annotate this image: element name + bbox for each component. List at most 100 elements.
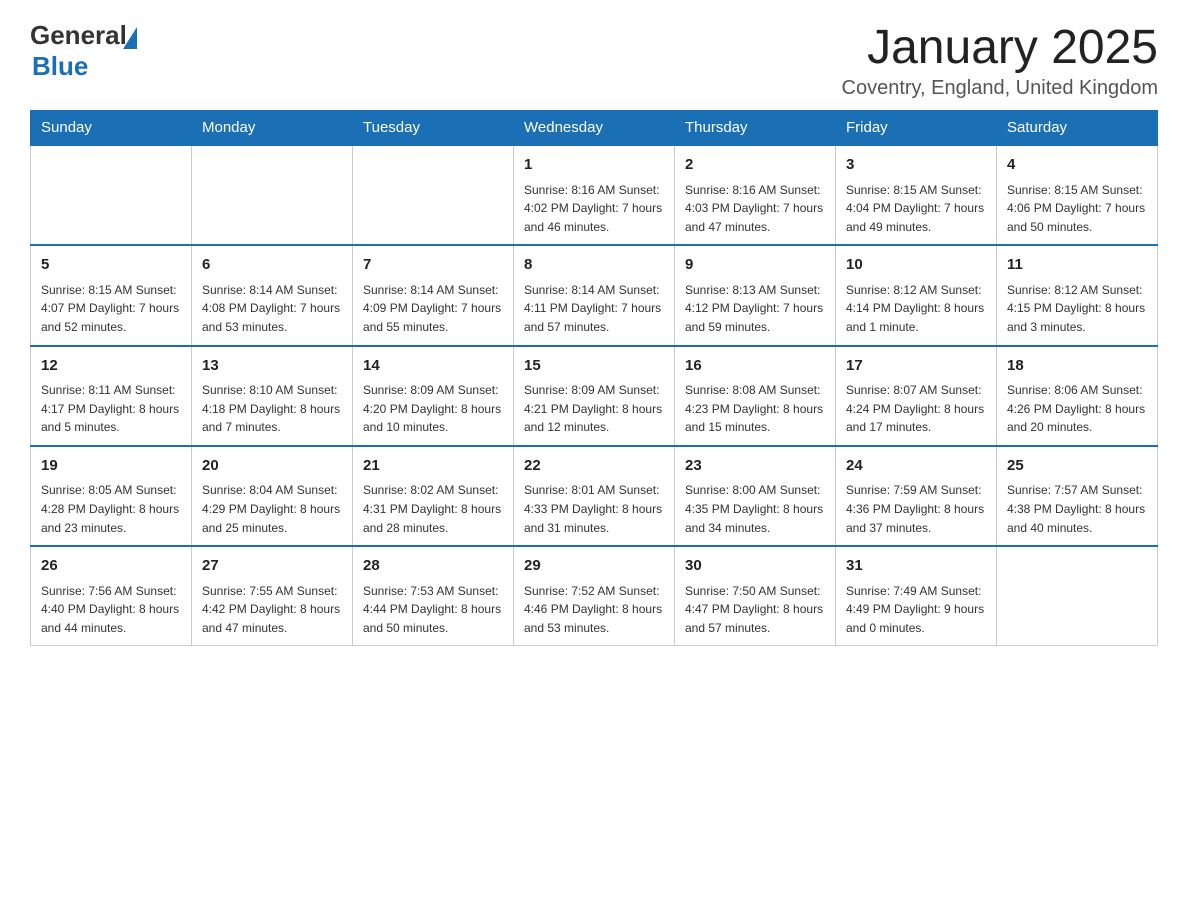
calendar-cell: 2 Sunrise: 8:16 AM Sunset: 4:03 PM Daylig…	[675, 145, 836, 245]
day-number: 8	[524, 254, 664, 277]
day-number: 10	[846, 254, 986, 277]
calendar-cell: 9 Sunrise: 8:13 AM Sunset: 4:12 PM Daylig…	[675, 245, 836, 345]
calendar-cell: 14 Sunrise: 8:09 AM Sunset: 4:20 PM Dayli…	[353, 346, 514, 446]
calendar-cell: 23 Sunrise: 8:00 AM Sunset: 4:35 PM Dayli…	[675, 446, 836, 546]
day-number: 4	[1007, 154, 1147, 177]
day-info: Sunrise: 8:02 AM Sunset: 4:31 PM Dayligh…	[363, 481, 503, 537]
day-header-friday: Friday	[836, 111, 997, 146]
day-number: 6	[202, 254, 342, 277]
logo-triangle-icon	[123, 27, 137, 49]
day-info: Sunrise: 8:12 AM Sunset: 4:14 PM Dayligh…	[846, 281, 986, 337]
calendar-cell: 4 Sunrise: 8:15 AM Sunset: 4:06 PM Daylig…	[997, 145, 1158, 245]
calendar-week-row: 1 Sunrise: 8:16 AM Sunset: 4:02 PM Daylig…	[31, 145, 1158, 245]
day-number: 2	[685, 154, 825, 177]
logo-blue-text: Blue	[32, 51, 88, 82]
day-number: 23	[685, 455, 825, 478]
day-info: Sunrise: 8:14 AM Sunset: 4:08 PM Dayligh…	[202, 281, 342, 337]
day-number: 12	[41, 355, 181, 378]
calendar-cell: 8 Sunrise: 8:14 AM Sunset: 4:11 PM Daylig…	[514, 245, 675, 345]
day-info: Sunrise: 8:15 AM Sunset: 4:07 PM Dayligh…	[41, 281, 181, 337]
day-number: 30	[685, 555, 825, 578]
calendar-week-row: 12 Sunrise: 8:11 AM Sunset: 4:17 PM Dayli…	[31, 346, 1158, 446]
calendar-cell: 11Sunrise: 8:12 AM Sunset: 4:15 PM Dayli…	[997, 245, 1158, 345]
day-number: 18	[1007, 355, 1147, 378]
day-header-tuesday: Tuesday	[353, 111, 514, 146]
day-number: 13	[202, 355, 342, 378]
calendar-cell: 22Sunrise: 8:01 AM Sunset: 4:33 PM Dayli…	[514, 446, 675, 546]
day-number: 3	[846, 154, 986, 177]
day-info: Sunrise: 8:04 AM Sunset: 4:29 PM Dayligh…	[202, 481, 342, 537]
calendar-cell: 5 Sunrise: 8:15 AM Sunset: 4:07 PM Daylig…	[31, 245, 192, 345]
day-info: Sunrise: 8:05 AM Sunset: 4:28 PM Dayligh…	[41, 481, 181, 537]
calendar-cell: 1 Sunrise: 8:16 AM Sunset: 4:02 PM Daylig…	[514, 145, 675, 245]
calendar-week-row: 26 Sunrise: 7:56 AM Sunset: 4:40 PM Dayli…	[31, 546, 1158, 646]
day-info: Sunrise: 7:57 AM Sunset: 4:38 PM Dayligh…	[1007, 481, 1147, 537]
day-info: Sunrise: 8:00 AM Sunset: 4:35 PM Dayligh…	[685, 481, 825, 537]
calendar-cell: 18 Sunrise: 8:06 AM Sunset: 4:26 PM Dayli…	[997, 346, 1158, 446]
day-header-wednesday: Wednesday	[514, 111, 675, 146]
calendar-cell: 3 Sunrise: 8:15 AM Sunset: 4:04 PM Daylig…	[836, 145, 997, 245]
day-info: Sunrise: 7:52 AM Sunset: 4:46 PM Dayligh…	[524, 582, 664, 638]
day-number: 19	[41, 455, 181, 478]
location-text: Coventry, England, United Kingdom	[842, 77, 1158, 100]
day-info: Sunrise: 8:15 AM Sunset: 4:06 PM Dayligh…	[1007, 181, 1147, 237]
day-info: Sunrise: 8:16 AM Sunset: 4:03 PM Dayligh…	[685, 181, 825, 237]
day-info: Sunrise: 8:10 AM Sunset: 4:18 PM Dayligh…	[202, 381, 342, 437]
day-info: Sunrise: 8:08 AM Sunset: 4:23 PM Dayligh…	[685, 381, 825, 437]
calendar-cell: 29 Sunrise: 7:52 AM Sunset: 4:46 PM Dayli…	[514, 546, 675, 646]
day-number: 7	[363, 254, 503, 277]
day-header-thursday: Thursday	[675, 111, 836, 146]
calendar-cell: 15Sunrise: 8:09 AM Sunset: 4:21 PM Dayli…	[514, 346, 675, 446]
calendar-cell: 7 Sunrise: 8:14 AM Sunset: 4:09 PM Daylig…	[353, 245, 514, 345]
calendar-week-row: 5 Sunrise: 8:15 AM Sunset: 4:07 PM Daylig…	[31, 245, 1158, 345]
calendar-table: SundayMondayTuesdayWednesdayThursdayFrid…	[30, 110, 1158, 646]
day-info: Sunrise: 8:06 AM Sunset: 4:26 PM Dayligh…	[1007, 381, 1147, 437]
day-number: 5	[41, 254, 181, 277]
month-title: January 2025	[842, 20, 1158, 75]
day-number: 22	[524, 455, 664, 478]
logo-general-text: General	[30, 20, 127, 51]
calendar-cell	[31, 145, 192, 245]
day-info: Sunrise: 8:09 AM Sunset: 4:20 PM Dayligh…	[363, 381, 503, 437]
day-number: 9	[685, 254, 825, 277]
calendar-header-row: SundayMondayTuesdayWednesdayThursdayFrid…	[31, 111, 1158, 146]
day-info: Sunrise: 8:11 AM Sunset: 4:17 PM Dayligh…	[41, 381, 181, 437]
day-number: 20	[202, 455, 342, 478]
day-number: 24	[846, 455, 986, 478]
calendar-cell	[192, 145, 353, 245]
day-info: Sunrise: 8:16 AM Sunset: 4:02 PM Dayligh…	[524, 181, 664, 237]
calendar-cell: 13 Sunrise: 8:10 AM Sunset: 4:18 PM Dayli…	[192, 346, 353, 446]
day-number: 26	[41, 555, 181, 578]
calendar-cell: 30 Sunrise: 7:50 AM Sunset: 4:47 PM Dayli…	[675, 546, 836, 646]
day-number: 1	[524, 154, 664, 177]
calendar-cell: 6 Sunrise: 8:14 AM Sunset: 4:08 PM Daylig…	[192, 245, 353, 345]
day-number: 11	[1007, 254, 1147, 277]
day-number: 29	[524, 555, 664, 578]
day-header-saturday: Saturday	[997, 111, 1158, 146]
calendar-cell: 25Sunrise: 7:57 AM Sunset: 4:38 PM Dayli…	[997, 446, 1158, 546]
day-info: Sunrise: 7:59 AM Sunset: 4:36 PM Dayligh…	[846, 481, 986, 537]
day-info: Sunrise: 8:15 AM Sunset: 4:04 PM Dayligh…	[846, 181, 986, 237]
day-header-monday: Monday	[192, 111, 353, 146]
calendar-cell	[353, 145, 514, 245]
day-number: 31	[846, 555, 986, 578]
day-number: 15	[524, 355, 664, 378]
calendar-cell: 21Sunrise: 8:02 AM Sunset: 4:31 PM Dayli…	[353, 446, 514, 546]
calendar-cell: 10 Sunrise: 8:12 AM Sunset: 4:14 PM Dayli…	[836, 245, 997, 345]
day-number: 16	[685, 355, 825, 378]
calendar-cell	[997, 546, 1158, 646]
day-number: 14	[363, 355, 503, 378]
day-number: 27	[202, 555, 342, 578]
logo: General Blue	[30, 20, 137, 82]
day-number: 17	[846, 355, 986, 378]
day-info: Sunrise: 8:14 AM Sunset: 4:11 PM Dayligh…	[524, 281, 664, 337]
day-info: Sunrise: 7:50 AM Sunset: 4:47 PM Dayligh…	[685, 582, 825, 638]
day-info: Sunrise: 7:56 AM Sunset: 4:40 PM Dayligh…	[41, 582, 181, 638]
calendar-cell: 28Sunrise: 7:53 AM Sunset: 4:44 PM Dayli…	[353, 546, 514, 646]
calendar-week-row: 19 Sunrise: 8:05 AM Sunset: 4:28 PM Dayli…	[31, 446, 1158, 546]
day-info: Sunrise: 8:14 AM Sunset: 4:09 PM Dayligh…	[363, 281, 503, 337]
day-info: Sunrise: 8:07 AM Sunset: 4:24 PM Dayligh…	[846, 381, 986, 437]
day-info: Sunrise: 8:13 AM Sunset: 4:12 PM Dayligh…	[685, 281, 825, 337]
calendar-cell: 12 Sunrise: 8:11 AM Sunset: 4:17 PM Dayli…	[31, 346, 192, 446]
day-info: Sunrise: 7:55 AM Sunset: 4:42 PM Dayligh…	[202, 582, 342, 638]
